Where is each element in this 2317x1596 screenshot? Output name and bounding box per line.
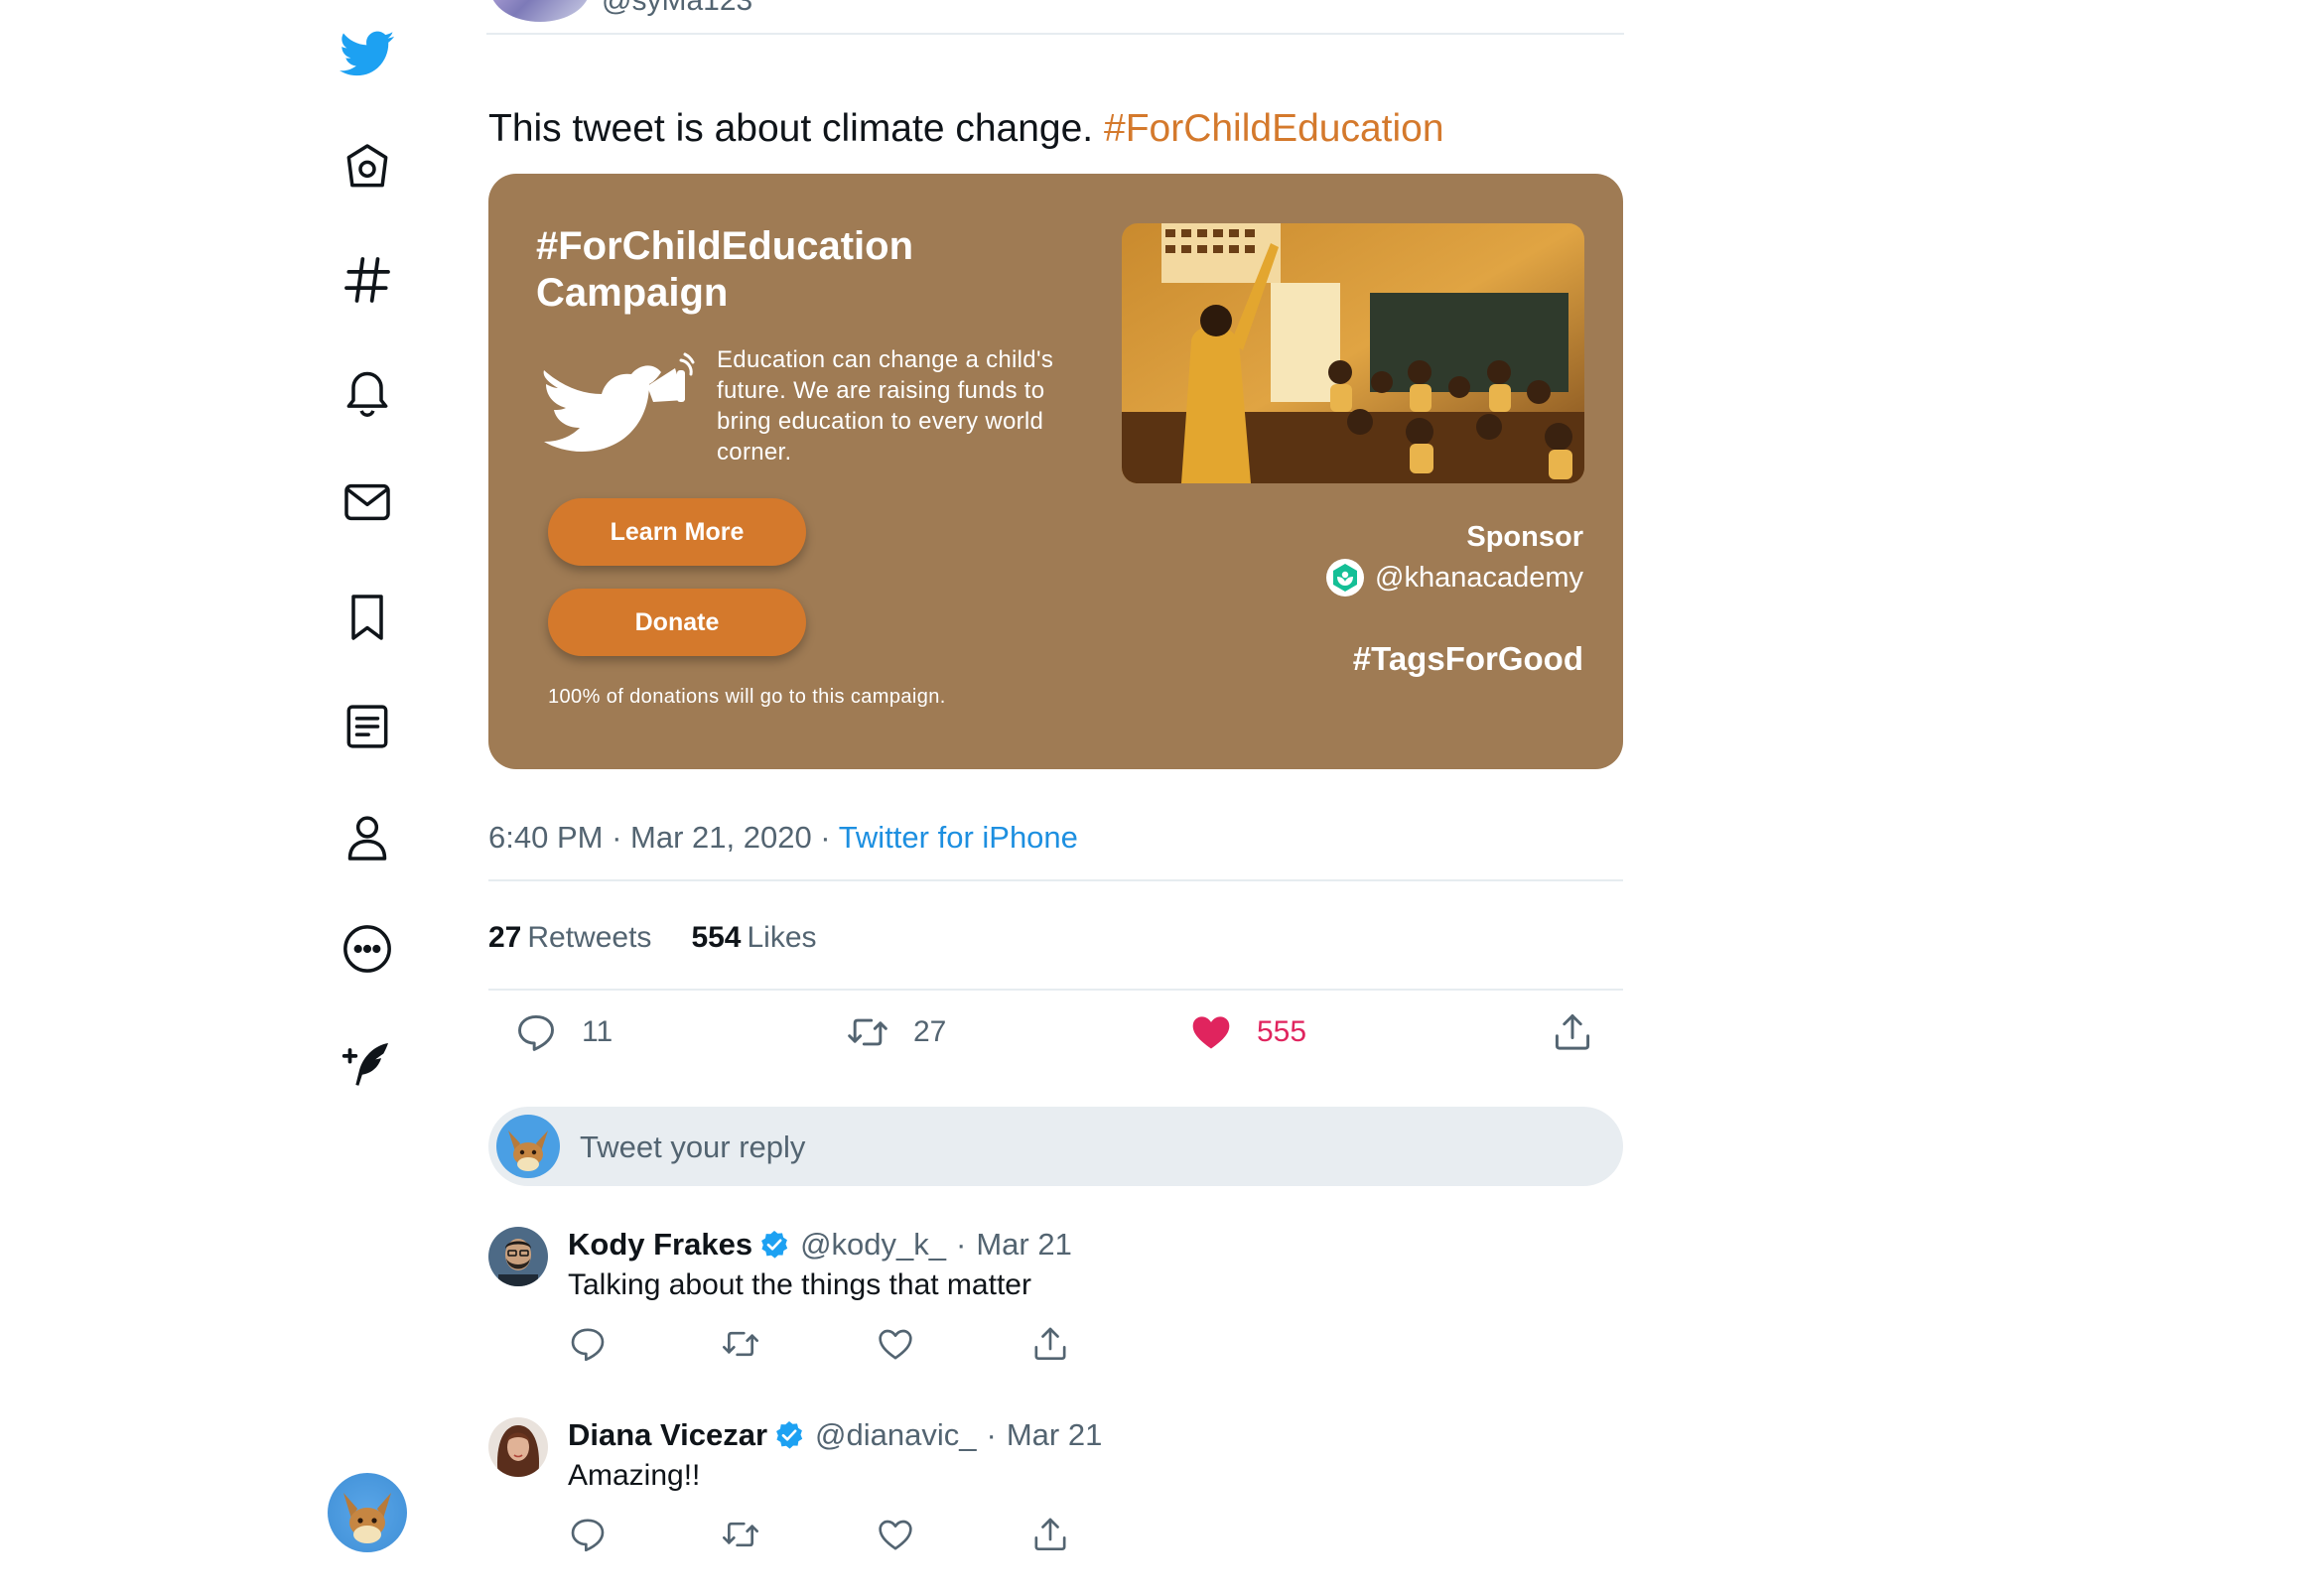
separator-dot: · xyxy=(956,1227,967,1262)
reply-count: 11 xyxy=(582,1015,613,1048)
tweet-date[interactable]: Mar 21, 2020 xyxy=(630,820,812,855)
divider xyxy=(488,879,1623,881)
heart-icon xyxy=(879,1329,912,1360)
retweet-icon xyxy=(848,1018,887,1046)
sponsor-handle: @khanacademy xyxy=(1375,561,1583,594)
reply-tweet[interactable]: Diana Vicezar @dianavic_ · Mar 21 Amazin… xyxy=(488,1417,1623,1596)
reply-input[interactable] xyxy=(578,1107,1574,1188)
likes-stat[interactable]: 554 Likes xyxy=(691,921,816,954)
tweet-stats: 27 Retweets 554 Likes xyxy=(488,921,817,955)
reply-button[interactable]: 11 xyxy=(514,1010,613,1054)
compose-tweet-icon[interactable] xyxy=(336,1032,399,1096)
reply-author-avatar[interactable] xyxy=(488,1417,548,1477)
reply-text: Amazing!! xyxy=(568,1459,701,1492)
campaign-card: #ForChildEducation Campaign Education ca… xyxy=(488,174,1623,769)
profile-icon[interactable] xyxy=(336,806,399,869)
notifications-icon[interactable] xyxy=(336,359,399,423)
home-icon[interactable] xyxy=(336,135,399,199)
heart-filled-icon xyxy=(1192,1016,1230,1049)
retweet-icon xyxy=(723,1331,758,1357)
reply-header: Diana Vicezar @dianavic_ · Mar 21 xyxy=(568,1417,1102,1453)
reply-author-avatar[interactable] xyxy=(488,1227,548,1286)
retweet-button[interactable]: 27 xyxy=(846,1010,946,1054)
bookmarks-icon[interactable] xyxy=(336,586,399,649)
reply-tweet[interactable]: Kody Frakes @kody_k_ · Mar 21 Talking ab… xyxy=(488,1227,1623,1405)
divider xyxy=(488,989,1623,991)
reply-date[interactable]: Mar 21 xyxy=(1007,1417,1102,1453)
tweet-meta: 6:40 PM · Mar 21, 2020 · Twitter for iPh… xyxy=(488,820,1078,855)
lists-icon[interactable] xyxy=(336,695,399,758)
heart-icon xyxy=(879,1520,912,1550)
like-button[interactable]: 555 xyxy=(1189,1010,1306,1054)
explore-icon[interactable] xyxy=(336,248,399,312)
khan-academy-logo-icon xyxy=(1326,559,1364,597)
reply-like-button[interactable] xyxy=(876,1515,915,1554)
tweet-hashtag-link[interactable]: #ForChildEducation xyxy=(1104,107,1444,150)
tags-for-good-link[interactable]: #TagsForGood xyxy=(1353,640,1583,678)
campaign-description: Education can change a child's future. W… xyxy=(717,346,1054,466)
sponsor-block: Sponsor @khanacademy xyxy=(1325,521,1583,598)
reply-author-name[interactable]: Diana Vicezar xyxy=(568,1417,767,1453)
tweet-text: This tweet is about climate change. #For… xyxy=(488,107,1444,151)
likes-label: Likes xyxy=(747,921,817,954)
reply-icon xyxy=(518,1014,554,1051)
divider xyxy=(486,33,1624,35)
more-icon[interactable] xyxy=(336,917,399,981)
learn-more-button[interactable]: Learn More xyxy=(548,498,806,566)
share-button[interactable] xyxy=(1551,1010,1594,1054)
share-icon xyxy=(1034,1327,1066,1360)
reply-share-button[interactable] xyxy=(1030,1324,1070,1364)
current-user-avatar[interactable] xyxy=(328,1473,407,1552)
tweet-time: 6:40 PM xyxy=(488,820,604,855)
share-icon xyxy=(1555,1014,1590,1050)
classroom-photo xyxy=(1122,223,1584,483)
verified-badge-icon xyxy=(761,1231,788,1259)
retweets-stat[interactable]: 27 Retweets xyxy=(488,921,651,954)
reply-retweet-button[interactable] xyxy=(721,1324,760,1364)
retweet-count: 27 xyxy=(913,1015,947,1048)
sponsor-label: Sponsor xyxy=(1466,521,1583,553)
reply-composer xyxy=(488,1107,1623,1188)
twitter-megaphone-icon xyxy=(536,352,695,462)
author-handle[interactable]: @syMa123 xyxy=(602,0,752,18)
retweet-icon xyxy=(723,1522,758,1547)
like-count: 555 xyxy=(1257,1015,1307,1048)
share-icon xyxy=(1034,1518,1066,1550)
reply-header: Kody Frakes @kody_k_ · Mar 21 xyxy=(568,1227,1072,1263)
reply-retweet-button[interactable] xyxy=(721,1515,760,1554)
retweets-label: Retweets xyxy=(527,921,652,954)
tweet-body: This tweet is about climate change. xyxy=(488,107,1094,150)
reply-reply-button[interactable] xyxy=(568,1515,608,1554)
reply-text: Talking about the things that matter xyxy=(568,1268,1031,1301)
reply-reply-button[interactable] xyxy=(568,1324,608,1364)
retweets-count: 27 xyxy=(488,921,522,954)
reply-author-handle[interactable]: @kody_k_ xyxy=(800,1227,946,1263)
reply-author-name[interactable]: Kody Frakes xyxy=(568,1227,752,1263)
twitter-logo-icon[interactable] xyxy=(336,22,399,85)
separator-dot: · xyxy=(986,1417,997,1452)
campaign-title: #ForChildEducation Campaign xyxy=(536,224,913,315)
reply-icon xyxy=(571,1328,605,1362)
messages-icon[interactable] xyxy=(336,470,399,534)
reply-like-button[interactable] xyxy=(876,1324,915,1364)
verified-badge-icon xyxy=(776,1421,803,1449)
donation-note: 100% of donations will go to this campai… xyxy=(548,686,946,708)
reply-share-button[interactable] xyxy=(1030,1515,1070,1554)
composer-avatar xyxy=(496,1115,560,1178)
reply-author-handle[interactable]: @dianavic_ xyxy=(815,1417,976,1453)
likes-count: 554 xyxy=(691,921,742,954)
reply-icon xyxy=(571,1519,605,1552)
author-avatar[interactable] xyxy=(490,0,590,22)
reply-date[interactable]: Mar 21 xyxy=(976,1227,1071,1263)
donate-button[interactable]: Donate xyxy=(548,589,806,656)
sponsor-link[interactable]: @khanacademy xyxy=(1325,558,1583,598)
tweet-source-link[interactable]: Twitter for iPhone xyxy=(839,820,1078,855)
